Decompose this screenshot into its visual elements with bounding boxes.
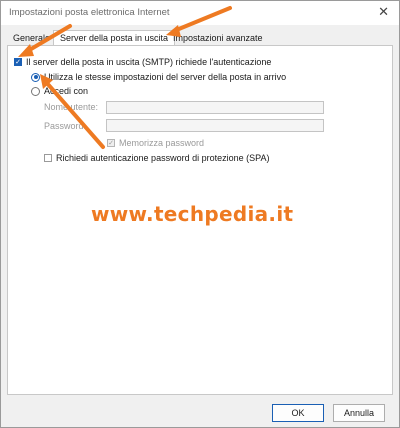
smtp-auth-checkbox[interactable]: ✓ xyxy=(14,58,22,66)
username-label: Nome utente: xyxy=(44,102,99,112)
cancel-button[interactable]: Annulla xyxy=(333,404,385,422)
tab-advanced-settings[interactable]: Impostazioni avanzate xyxy=(173,33,263,43)
spa-checkbox[interactable] xyxy=(44,154,52,162)
ok-button[interactable]: OK xyxy=(272,404,324,422)
password-label: Password: xyxy=(44,121,87,131)
tab-outgoing-server[interactable]: Server della posta in uscita xyxy=(53,30,176,46)
remember-password-label: Memorizza password xyxy=(119,138,205,148)
close-icon[interactable]: ✕ xyxy=(378,4,389,20)
tab-strip: Generale Server della posta in uscita Im… xyxy=(1,27,399,46)
spa-label: Richiedi autenticazione password di prot… xyxy=(56,153,270,163)
dialog-window: Impostazioni posta elettronica Internet … xyxy=(0,0,400,428)
use-same-settings-radio[interactable] xyxy=(31,72,40,82)
tab-general[interactable]: Generale xyxy=(13,33,50,43)
username-field[interactable] xyxy=(106,101,324,114)
login-with-label: Accedi con xyxy=(44,86,89,96)
login-with-radio[interactable] xyxy=(31,86,40,96)
remember-password-checkbox[interactable]: ✓ xyxy=(107,139,115,147)
smtp-auth-row[interactable]: ✓ Il server della posta in uscita (SMTP)… xyxy=(14,57,271,67)
use-same-settings-label: Utilizza le stesse impostazioni del serv… xyxy=(44,72,287,82)
login-with-row[interactable]: Accedi con xyxy=(31,86,88,96)
watermark: www.techpedia.it xyxy=(91,202,294,226)
title-bar: Impostazioni posta elettronica Internet … xyxy=(1,1,399,25)
smtp-auth-label: Il server della posta in uscita (SMTP) r… xyxy=(26,57,272,67)
spa-row[interactable]: Richiedi autenticazione password di prot… xyxy=(44,153,269,163)
password-field[interactable] xyxy=(106,119,324,132)
window-title: Impostazioni posta elettronica Internet xyxy=(9,7,170,18)
use-same-settings-row[interactable]: Utilizza le stesse impostazioni del serv… xyxy=(31,72,286,82)
remember-password-row[interactable]: ✓ Memorizza password xyxy=(107,138,204,148)
